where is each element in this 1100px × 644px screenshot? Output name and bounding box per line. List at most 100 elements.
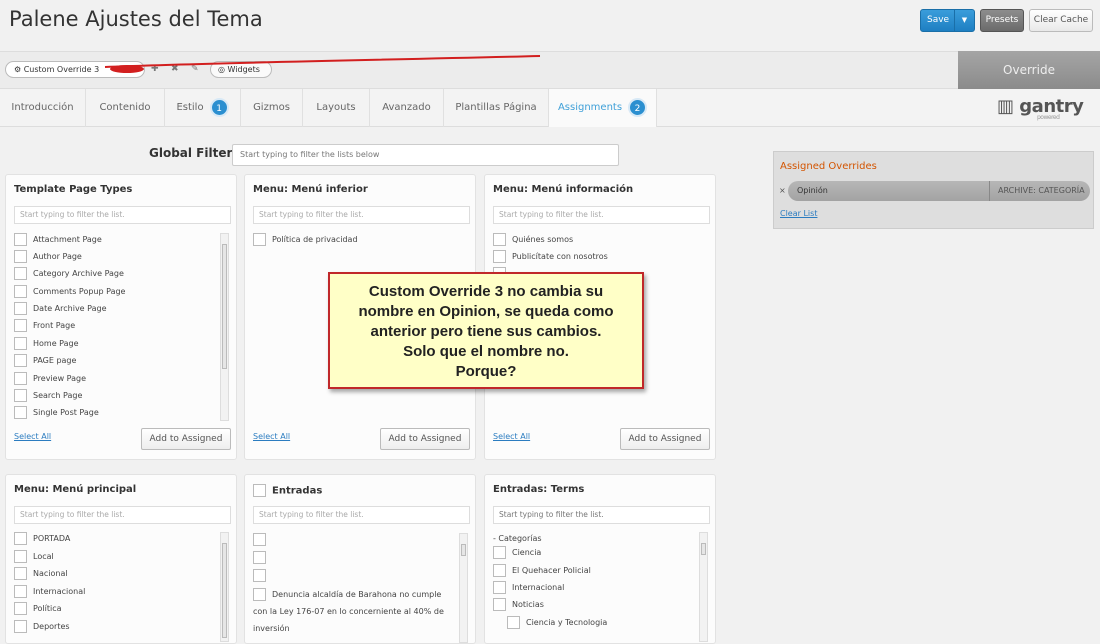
tab-layouts[interactable]: Layouts <box>303 89 370 127</box>
list-item[interactable]: Local <box>14 550 54 564</box>
override-tab[interactable]: Override <box>958 51 1100 89</box>
list-item[interactable]: Ciencia y Tecnologia <box>507 616 607 630</box>
checkbox[interactable] <box>14 532 27 545</box>
list-item[interactable]: Date Archive Page <box>14 302 107 316</box>
scrollbar-thumb[interactable] <box>222 543 227 638</box>
list-item[interactable]: El Quehacer Policial <box>493 564 591 578</box>
list-item[interactable]: Category Archive Page <box>14 267 124 281</box>
presets-button[interactable]: Presets <box>980 9 1024 32</box>
add-to-assigned-button[interactable]: Add to Assigned <box>620 428 710 450</box>
list-item[interactable] <box>253 569 272 583</box>
checkbox[interactable] <box>14 406 27 419</box>
checkbox[interactable] <box>507 616 520 629</box>
select-all-link[interactable]: Select All <box>253 432 290 441</box>
list-item[interactable]: Comments Popup Page <box>14 285 125 299</box>
checkbox[interactable] <box>14 567 27 580</box>
scrollbar-thumb[interactable] <box>461 544 466 556</box>
tab-contenido[interactable]: Contenido <box>86 89 165 127</box>
list-item[interactable]: Nacional <box>14 567 68 581</box>
list-item[interactable] <box>253 551 272 565</box>
list-item[interactable]: Noticias <box>493 598 544 612</box>
item-label: Nacional <box>33 569 68 578</box>
checkbox[interactable] <box>493 564 506 577</box>
list-item[interactable]: Internacional <box>493 581 564 595</box>
clear-cache-button[interactable]: Clear Cache <box>1029 9 1093 32</box>
tab-plantillas-pagina[interactable]: Plantillas Página <box>444 89 549 127</box>
tab-assignments[interactable]: Assignments 2 <box>549 89 657 127</box>
checkbox[interactable] <box>14 319 27 332</box>
tab-gizmos[interactable]: Gizmos <box>241 89 303 127</box>
checkbox[interactable] <box>14 337 27 350</box>
checkbox[interactable] <box>14 285 27 298</box>
add-to-assigned-button[interactable]: Add to Assigned <box>380 428 470 450</box>
list-item[interactable]: Author Page <box>14 250 82 264</box>
list-item[interactable]: Single Post Page <box>14 406 99 420</box>
list-item[interactable]: Home Page <box>14 337 79 351</box>
filter-input[interactable]: Start typing to filter the list. <box>14 506 231 524</box>
select-all-link[interactable]: Select All <box>493 432 530 441</box>
list-item[interactable]: Denuncia alcaldía de Barahona no cumple … <box>253 586 453 637</box>
clear-list-link[interactable]: Clear List <box>780 209 817 218</box>
tab-avanzado[interactable]: Avanzado <box>370 89 444 127</box>
save-button[interactable]: Save ▼ <box>920 9 975 32</box>
checkbox[interactable] <box>14 250 27 263</box>
item-label: Quiénes somos <box>512 235 574 244</box>
assigned-item[interactable]: Opinión ARCHIVE: CATEGORÍA <box>788 181 1090 201</box>
filter-input[interactable]: Start typing to filter the list. <box>493 206 710 224</box>
filter-input[interactable]: Start typing to filter the list. <box>253 506 470 524</box>
filter-input[interactable]: Start typing to filter the list. <box>493 506 710 524</box>
checkbox[interactable] <box>253 484 266 497</box>
checkbox[interactable] <box>14 372 27 385</box>
checkbox[interactable] <box>14 602 27 615</box>
list-item[interactable]: Attachment Page <box>14 233 102 247</box>
global-filter-input[interactable]: Start typing to filter the lists below <box>232 144 619 166</box>
remove-icon[interactable]: × <box>779 186 786 195</box>
checkbox[interactable] <box>14 267 27 280</box>
list-item[interactable]: Preview Page <box>14 372 86 386</box>
checkbox[interactable] <box>14 354 27 367</box>
checkbox[interactable] <box>14 389 27 402</box>
panel-title: Template Page Types <box>14 184 133 195</box>
list-item[interactable]: Front Page <box>14 319 75 333</box>
scrollbar-thumb[interactable] <box>222 244 227 369</box>
scrollbar[interactable] <box>699 532 708 642</box>
scrollbar[interactable] <box>459 533 468 643</box>
filter-input[interactable]: Start typing to filter the list. <box>253 206 470 224</box>
checkbox[interactable] <box>493 250 506 263</box>
checkbox[interactable] <box>14 233 27 246</box>
list-item[interactable]: PORTADA <box>14 532 70 546</box>
list-item[interactable]: Ciencia <box>493 546 541 560</box>
tab-introduccion[interactable]: Introducción <box>0 89 86 127</box>
item-label: Date Archive Page <box>33 304 107 313</box>
chevron-down-icon[interactable]: ▼ <box>954 10 974 31</box>
checkbox[interactable] <box>493 598 506 611</box>
checkbox[interactable] <box>493 233 506 246</box>
checkbox[interactable] <box>253 569 266 582</box>
list-item[interactable]: PAGE page <box>14 354 76 368</box>
list-item[interactable]: Política <box>14 602 62 616</box>
select-all-link[interactable]: Select All <box>14 432 51 441</box>
checkbox[interactable] <box>253 533 266 546</box>
checkbox[interactable] <box>493 581 506 594</box>
checkbox[interactable] <box>253 551 266 564</box>
tab-estilo[interactable]: Estilo 1 <box>165 89 241 127</box>
list-item[interactable]: Política de privacidad <box>253 233 358 247</box>
list-item[interactable]: Deportes <box>14 620 70 634</box>
list-item[interactable]: Quiénes somos <box>493 233 573 247</box>
list-item[interactable] <box>253 533 272 547</box>
add-to-assigned-button[interactable]: Add to Assigned <box>141 428 231 450</box>
checkbox[interactable] <box>14 620 27 633</box>
checkbox[interactable] <box>14 302 27 315</box>
list-item[interactable]: Publicítate con nosotros <box>493 250 608 264</box>
list-item[interactable]: Internacional <box>14 585 85 599</box>
checkbox[interactable] <box>253 233 266 246</box>
checkbox[interactable] <box>14 585 27 598</box>
checkbox[interactable] <box>14 550 27 563</box>
checkbox[interactable] <box>493 546 506 559</box>
filter-input[interactable]: Start typing to filter the list. <box>14 206 231 224</box>
scrollbar[interactable] <box>220 233 229 421</box>
checkbox[interactable] <box>253 588 266 601</box>
list-item[interactable]: Search Page <box>14 389 82 403</box>
scrollbar[interactable] <box>220 532 229 642</box>
scrollbar-thumb[interactable] <box>701 543 706 555</box>
